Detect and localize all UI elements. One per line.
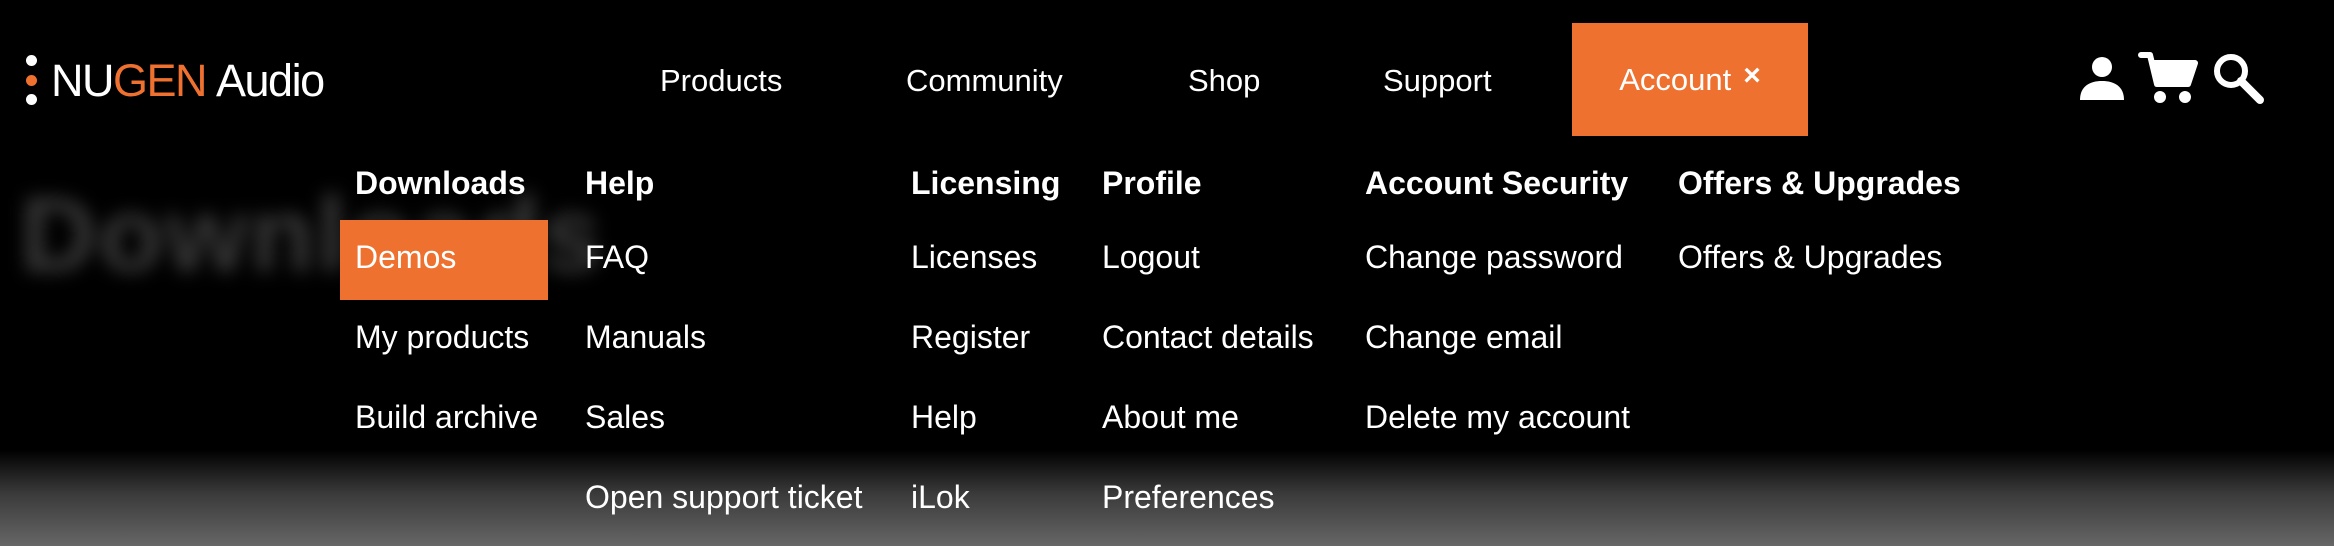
menu-item-demos[interactable]: Demos xyxy=(340,220,548,300)
user-icon[interactable] xyxy=(2074,50,2130,106)
nav-community[interactable]: Community xyxy=(906,60,1063,102)
cart-icon[interactable] xyxy=(2138,50,2198,106)
nav-account-active[interactable]: Account × xyxy=(1572,23,1808,136)
menu-item-offers-upgrades[interactable]: Offers & Upgrades xyxy=(1663,220,1961,300)
column-heading: Licensing xyxy=(911,165,1061,201)
menu-item-delete-account[interactable]: Delete my account xyxy=(1350,380,1645,460)
menu-item-build-archive[interactable]: Build archive xyxy=(340,380,553,460)
menu-item-licenses[interactable]: Licenses xyxy=(896,220,1060,300)
column-heading: Downloads xyxy=(355,165,526,201)
nav-shop[interactable]: Shop xyxy=(1188,60,1260,102)
close-icon[interactable]: × xyxy=(1743,59,1761,93)
menu-item-licensing-help[interactable]: Help xyxy=(896,380,1060,460)
search-icon[interactable] xyxy=(2210,50,2266,106)
logo-wordmark: NUGEN Audio xyxy=(51,54,325,106)
menu-item-my-products[interactable]: My products xyxy=(340,300,553,380)
menu-item-open-support-ticket[interactable]: Open support ticket xyxy=(570,460,877,540)
menu-item-sales[interactable]: Sales xyxy=(570,380,877,460)
menu-item-logout[interactable]: Logout xyxy=(1087,220,1329,300)
menu-item-manuals[interactable]: Manuals xyxy=(570,300,877,380)
menu-column-account-security: Account Security Change password Change … xyxy=(1365,162,1645,460)
menu-item-register[interactable]: Register xyxy=(896,300,1060,380)
menu-column-offers-upgrades: Offers & Upgrades Offers & Upgrades xyxy=(1678,162,1961,300)
nav-support[interactable]: Support xyxy=(1383,60,1492,102)
menu-column-profile: Profile Logout Contact details About me … xyxy=(1102,162,1329,540)
menu-column-licensing: Licensing Licenses Register Help iLok xyxy=(911,162,1060,540)
brand-logo[interactable]: NUGEN Audio xyxy=(26,52,325,108)
column-heading: Account Security xyxy=(1365,165,1629,201)
column-heading: Offers & Upgrades xyxy=(1678,165,1961,201)
menu-item-contact-details[interactable]: Contact details xyxy=(1087,300,1329,380)
menu-item-ilok[interactable]: iLok xyxy=(896,460,1060,540)
menu-column-help: Help FAQ Manuals Sales Open support tick… xyxy=(585,162,877,540)
menu-item-preferences[interactable]: Preferences xyxy=(1087,460,1329,540)
menu-item-about-me[interactable]: About me xyxy=(1087,380,1329,460)
menu-item-faq[interactable]: FAQ xyxy=(570,220,877,300)
nav-products[interactable]: Products xyxy=(660,60,782,102)
menu-item-change-password[interactable]: Change password xyxy=(1350,220,1645,300)
menu-item-change-email[interactable]: Change email xyxy=(1350,300,1645,380)
column-heading: Profile xyxy=(1102,165,1202,201)
nav-account-label: Account xyxy=(1619,61,1732,97)
column-heading: Help xyxy=(585,165,655,201)
logo-dots-icon xyxy=(26,55,37,105)
menu-column-downloads: Downloads Demos My products Build archiv… xyxy=(340,162,553,460)
